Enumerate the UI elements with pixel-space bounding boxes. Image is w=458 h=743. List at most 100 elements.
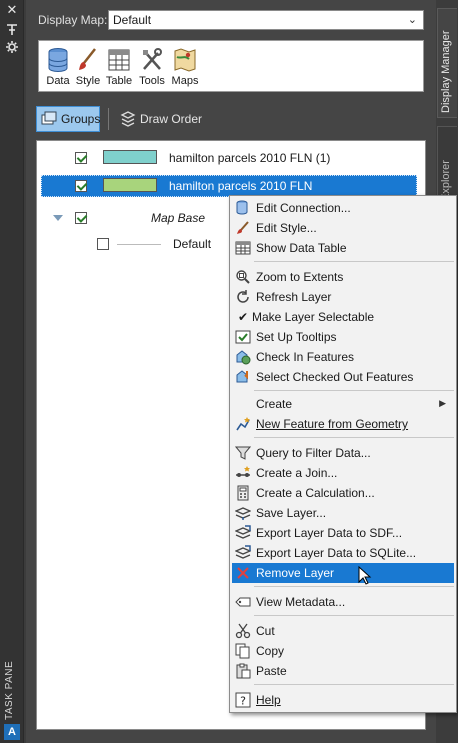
tab-display-manager-label: Display Manager [440,30,452,113]
table-icon [108,49,130,71]
layer-style-line [117,244,161,245]
filter-icon [235,446,251,460]
maps-icon [174,48,196,72]
menu-item-query-to-filter-data[interactable]: Query to Filter Data... [232,443,454,463]
menu-item-create-a-join[interactable]: Create a Join... [232,463,454,483]
pin-icon[interactable] [4,22,20,36]
menu-separator [254,684,454,685]
checkmark-icon: ✔ [238,310,249,324]
draw-order-icon [120,111,136,127]
paste-icon [236,663,251,679]
tools-button[interactable]: Tools [136,47,168,91]
menu-separator [254,615,454,616]
menu-item-show-data-table[interactable]: Show Data Table [232,238,454,258]
app-logo[interactable]: A [4,724,20,740]
save-layer-icon [235,507,251,520]
menu-item-new-feature-from-geometry[interactable]: New Feature from Geometry [232,414,454,434]
menu-separator [254,390,454,391]
tooltip-check-icon [235,330,251,344]
mouse-cursor-icon [358,566,372,585]
tab-display-manager[interactable]: Display Manager [437,8,457,118]
menu-separator [254,586,454,587]
new-feature-icon [236,417,250,431]
check-in-icon [236,350,251,365]
layer-visibility-checkbox[interactable] [75,152,87,164]
menu-item-cut[interactable]: Cut [232,621,454,641]
menu-item-export-layer-data-to-sqlite[interactable]: Export Layer Data to SQLite... [232,543,454,563]
tools-label: Tools [139,75,165,87]
tab-explorer-label: Explorer [440,160,452,201]
menu-item-create[interactable]: Create ▶ [232,394,454,414]
zoom-icon [236,270,250,284]
menu-item-paste[interactable]: Paste [232,661,454,681]
menu-item-zoom-to-extents[interactable]: Zoom to Extents [232,267,454,287]
menu-item-export-layer-data-to-sdf[interactable]: Export Layer Data to SDF... [232,523,454,543]
draw-order-label: Draw Order [140,112,203,126]
brush-icon [237,221,249,234]
close-icon[interactable]: ✕ [4,4,20,18]
display-map-label: Display Map: [38,13,108,27]
tab-explorer[interactable]: Explorer [437,126,457,206]
layer-row-selected[interactable]: hamilton parcels 2010 FLN [41,175,417,197]
remove-icon [237,567,249,579]
export-sqlite-icon [235,545,251,559]
expander-icon[interactable] [53,215,63,221]
display-map-value: Default [113,13,152,27]
menu-item-set-up-tooltips[interactable]: Set Up Tooltips [232,327,454,347]
menu-item-check-in-features[interactable]: Check In Features [232,347,454,367]
menu-item-select-checked-out-features[interactable]: Select Checked Out Features [232,367,454,387]
groups-label: Groups [61,112,101,126]
chevron-down-icon: ⌄ [407,13,417,26]
menu-item-remove-layer[interactable]: Remove Layer [232,563,454,583]
table-button[interactable]: Table [103,47,135,91]
groups-icon [41,111,57,125]
menu-item-create-a-calculation[interactable]: Create a Calculation... [232,483,454,503]
maps-label: Maps [171,75,199,87]
calculator-icon [237,485,249,501]
draw-order-button[interactable]: Draw Order [116,106,216,132]
layer-visibility-checkbox[interactable] [97,238,109,250]
menu-item-make-layer-selectable[interactable]: ✔ Make Layer Selectable [232,307,454,327]
maps-button[interactable]: Maps [169,47,201,91]
task-pane-strip: ✕ TASK PANE A [0,0,24,743]
layer-label: hamilton parcels 2010 FLN [169,179,313,193]
layer-style-swatch [103,150,157,164]
group-visibility-checkbox[interactable] [75,212,87,224]
display-manager-toolbar: Data Style Table Tools Maps [38,40,424,92]
layer-context-menu: Edit Connection... Edit Style... Show Da… [229,195,457,713]
join-icon [236,466,250,477]
menu-item-refresh-layer[interactable]: Refresh Layer [232,287,454,307]
layer-label: Default [173,237,212,251]
svg-text:?: ? [240,695,246,708]
help-icon: ? [235,692,251,708]
table-label: Table [105,75,133,87]
database-edit-icon [236,200,248,215]
menu-item-copy[interactable]: Copy [232,641,454,661]
style-button[interactable]: Style [73,47,103,91]
settings-icon[interactable] [4,40,20,54]
menu-item-edit-connection[interactable]: Edit Connection... [232,198,454,218]
scissors-icon [235,623,251,639]
display-map-select[interactable]: Default ⌄ [108,10,424,30]
table-icon [235,241,251,255]
data-label: Data [46,75,70,87]
database-icon [48,48,68,73]
refresh-icon [237,290,249,303]
data-button[interactable]: Data [41,47,75,91]
layer-visibility-checkbox[interactable] [75,180,87,192]
group-label: Map Base [151,211,206,225]
tools-icon [143,48,162,70]
menu-separator [254,261,454,262]
menu-item-save-layer[interactable]: Save Layer... [232,503,454,523]
layer-label: hamilton parcels 2010 FLN (1) [169,151,331,165]
brush-icon [79,48,96,70]
groups-button[interactable]: Groups [36,106,100,132]
layer-row[interactable]: hamilton parcels 2010 FLN (1) [37,147,425,169]
toolbar-separator [108,108,109,130]
menu-item-view-metadata[interactable]: View Metadata... [232,592,454,612]
submenu-arrow-icon: ▶ [439,399,446,409]
menu-item-help[interactable]: ? Help [232,690,454,710]
menu-item-edit-style[interactable]: Edit Style... [232,218,454,238]
menu-separator [254,437,454,438]
export-sdf-icon [235,525,251,539]
